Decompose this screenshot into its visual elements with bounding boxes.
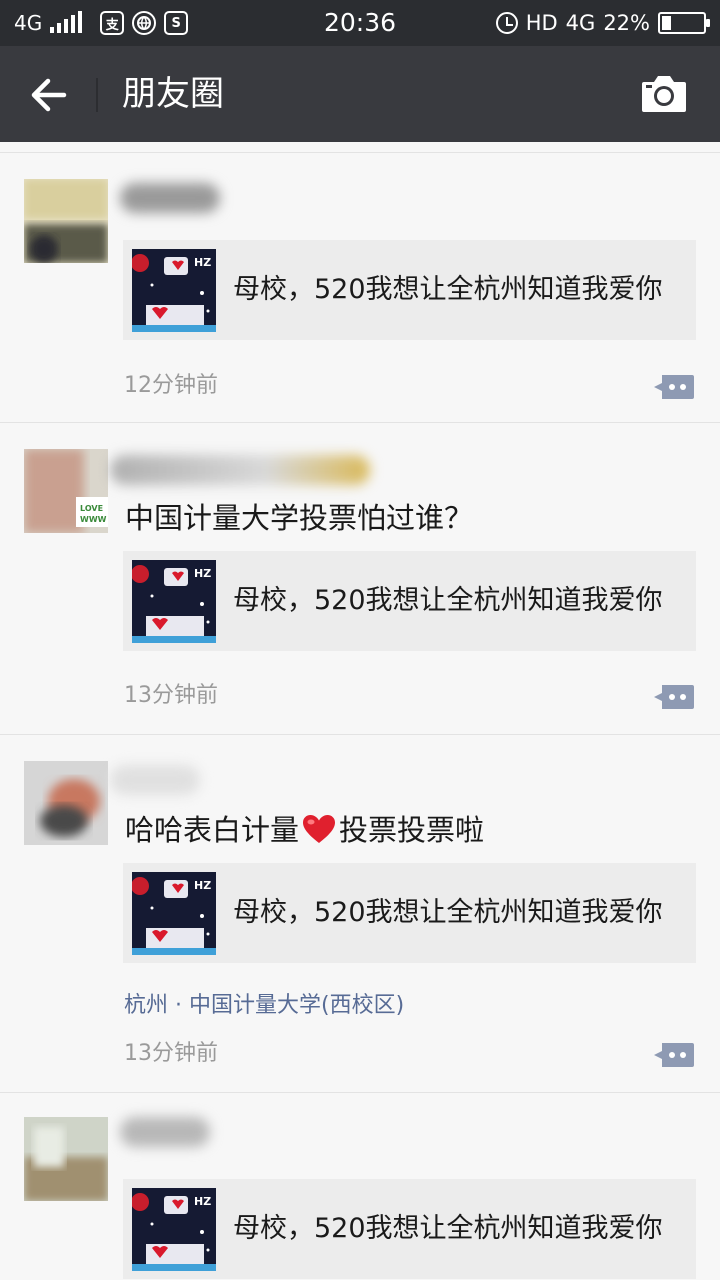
link-title: 母校，520我想让全杭州知道我爱你 xyxy=(233,897,663,928)
link-card[interactable]: HZ 母校，520我想让全杭州知道我爱你 xyxy=(123,240,696,340)
moment-post: LOVE WWW 中国计量大学投票怕过谁？ HZ 母校，520我想让全杭州知道我爱… xyxy=(0,422,720,734)
link-title: 母校，520我想让全杭州知道我爱你 xyxy=(233,585,663,616)
post-time: 13分钟前 xyxy=(124,1041,218,1066)
link-card[interactable]: HZ 母校，520我想让全杭州知道我爱你 xyxy=(123,863,696,963)
camera-button[interactable] xyxy=(640,72,688,114)
comment-button[interactable] xyxy=(652,371,696,403)
nav-bar: 朋友圈 xyxy=(0,46,720,142)
red-heart-emoji xyxy=(303,815,336,843)
link-card[interactable]: HZ 母校，520我想让全杭州知道我爱你 xyxy=(123,551,696,651)
battery-percent: 22% xyxy=(603,11,650,35)
nickname-redacted xyxy=(110,455,370,485)
nickname-redacted xyxy=(120,183,220,213)
comment-icon xyxy=(654,685,694,709)
arrow-left-icon xyxy=(31,78,67,112)
link-title: 母校，520我想让全杭州知道我爱你 xyxy=(233,1213,663,1244)
post-time: 13分钟前 xyxy=(124,683,218,708)
thumbnail-label: HZ xyxy=(194,567,211,580)
back-button[interactable] xyxy=(26,72,72,118)
post-text: 哈哈表白计量 投票投票啦 xyxy=(125,807,484,849)
post-time: 12分钟前 xyxy=(124,373,218,398)
moment-post: HZ 母校，520我想让全杭州知道我爱你 12分钟前 xyxy=(0,152,720,422)
alarm-icon xyxy=(495,12,518,34)
link-thumbnail: HZ xyxy=(132,560,216,643)
post-text: 中国计量大学投票怕过谁？ xyxy=(125,501,474,535)
comment-button[interactable] xyxy=(652,1039,696,1071)
nav-divider xyxy=(96,78,98,112)
post-text-part: 哈哈表白计量 xyxy=(125,813,300,847)
status-right: HD 4G 22% xyxy=(495,0,710,46)
avatar[interactable] xyxy=(24,179,108,263)
battery-icon xyxy=(658,12,710,34)
moment-post: HZ 母校，520我想让全杭州知道我爱你 xyxy=(0,1092,720,1280)
moments-feed[interactable]: HZ 母校，520我想让全杭州知道我爱你 12分钟前 LOVE WWW 中国计量大… xyxy=(0,142,720,1280)
moment-post: 哈哈表白计量 投票投票啦 HZ 母校，520我想让全杭州知道我爱你 杭州 · 中国… xyxy=(0,734,720,1092)
nickname-redacted xyxy=(110,765,200,795)
avatar[interactable]: LOVE WWW xyxy=(24,449,108,533)
svg-text:WWW: WWW xyxy=(80,515,107,524)
link-card[interactable]: HZ 母校，520我想让全杭州知道我爱你 xyxy=(123,1179,696,1279)
thumbnail-label: HZ xyxy=(194,256,211,269)
link-thumbnail: HZ xyxy=(132,1188,216,1271)
page-title: 朋友圈 xyxy=(122,74,224,114)
svg-text:LOVE: LOVE xyxy=(80,504,103,513)
avatar[interactable] xyxy=(24,1117,108,1201)
link-title: 母校，520我想让全杭州知道我爱你 xyxy=(233,274,663,305)
nickname-redacted xyxy=(120,1117,210,1147)
avatar[interactable] xyxy=(24,761,108,845)
comment-icon xyxy=(654,375,694,399)
link-thumbnail: HZ xyxy=(132,249,216,332)
hd-indicator: HD xyxy=(525,11,558,35)
camera-icon xyxy=(642,76,686,112)
status-bar: 4G 支 S 20:36 HD 4G 22% xyxy=(0,0,720,46)
network-type-right: 4G xyxy=(565,11,596,35)
thumbnail-label: HZ xyxy=(194,1195,211,1208)
comment-icon xyxy=(654,1043,694,1067)
link-thumbnail: HZ xyxy=(132,872,216,955)
post-text-part: 投票投票啦 xyxy=(339,813,485,847)
comment-button[interactable] xyxy=(652,681,696,713)
thumbnail-label: HZ xyxy=(194,879,211,892)
post-location[interactable]: 杭州 · 中国计量大学(西校区) xyxy=(124,987,404,1019)
